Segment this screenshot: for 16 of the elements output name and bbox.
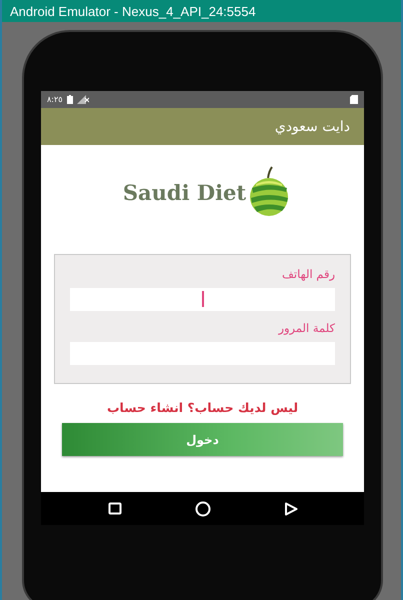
field-label: كلمة المرور: [278, 321, 335, 335]
sd-card-icon: [350, 95, 358, 104]
home-icon[interactable]: [194, 500, 210, 516]
logo-text: Saudi Diet: [122, 180, 246, 204]
status-time: ٨:٢٥: [47, 95, 63, 104]
battery-icon: [66, 95, 73, 104]
field-label: رقم الهاتف: [282, 267, 335, 281]
signup-link[interactable]: ليس لديك حساب؟ انشاء حساب: [106, 400, 298, 415]
input-field[interactable]: [70, 288, 335, 311]
no-signal-icon: [76, 95, 89, 104]
login-button[interactable]: دخول: [62, 423, 343, 456]
window-title: Android Emulator - Nexus_4_API_24:5554: [2, 0, 401, 22]
back-icon[interactable]: [284, 502, 298, 516]
app-title: دايت سعودي: [274, 118, 350, 134]
apple-icon: [248, 166, 290, 218]
recents-icon[interactable]: [108, 502, 122, 515]
